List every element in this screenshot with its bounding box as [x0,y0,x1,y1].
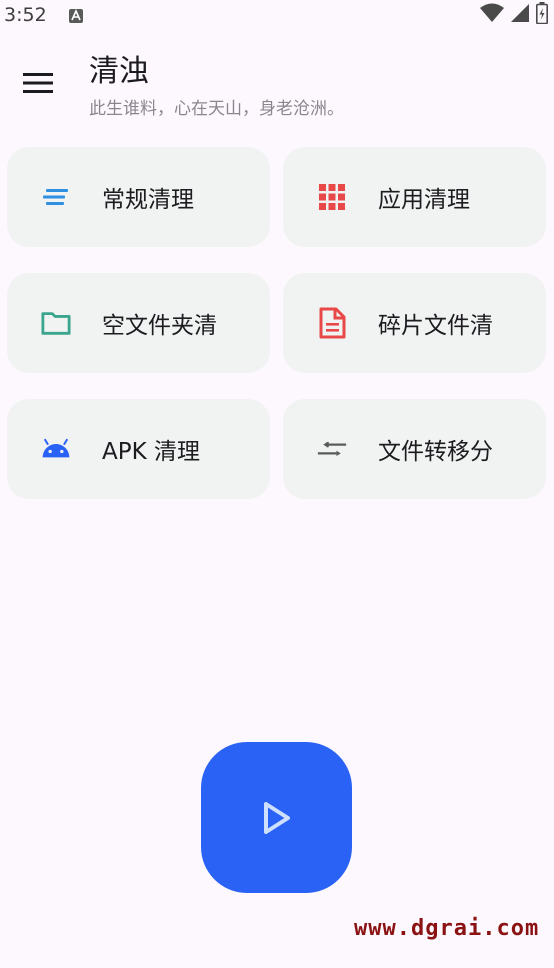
notification-a-icon [68,8,84,24]
wifi-icon [480,3,504,27]
card-fragment-file-clean[interactable]: 碎片文件清 [283,273,546,373]
card-label: 碎片文件清 [378,313,493,339]
card-empty-folder-clean[interactable]: 空文件夹清 [7,273,270,373]
watermark: www.dgrai.com [354,916,540,941]
menu-icon [23,73,53,93]
status-time: 3:52 [4,4,47,26]
play-icon [263,801,290,834]
card-label: 应用清理 [378,187,470,213]
start-clean-button[interactable] [201,742,352,893]
card-app-clean[interactable]: 应用清理 [283,147,546,247]
android-icon [41,434,71,464]
card-label: 文件转移分 [378,439,493,465]
apps-grid-icon [317,182,347,212]
card-regular-clean[interactable]: 常规清理 [7,147,270,247]
transfer-arrows-icon [317,434,347,464]
document-icon [317,307,347,339]
app-bar: 清浊 此生谁料，心在天山，身老沧洲。 [0,46,554,126]
status-indicators [480,2,548,28]
status-bar: 3:52 [0,0,554,32]
page-subtitle: 此生谁料，心在天山，身老沧洲。 [89,99,344,119]
lines-icon [41,182,71,212]
folder-icon [41,308,71,338]
cell-signal-icon [510,3,530,27]
menu-button[interactable] [20,70,56,96]
card-label: 常规清理 [102,187,194,213]
card-label: APK 清理 [102,439,200,465]
card-label: 空文件夹清 [102,313,217,339]
card-file-transfer[interactable]: 文件转移分 [283,399,546,499]
page-title: 清浊 [89,54,149,89]
battery-charging-icon [536,2,548,28]
card-apk-clean[interactable]: APK 清理 [7,399,270,499]
